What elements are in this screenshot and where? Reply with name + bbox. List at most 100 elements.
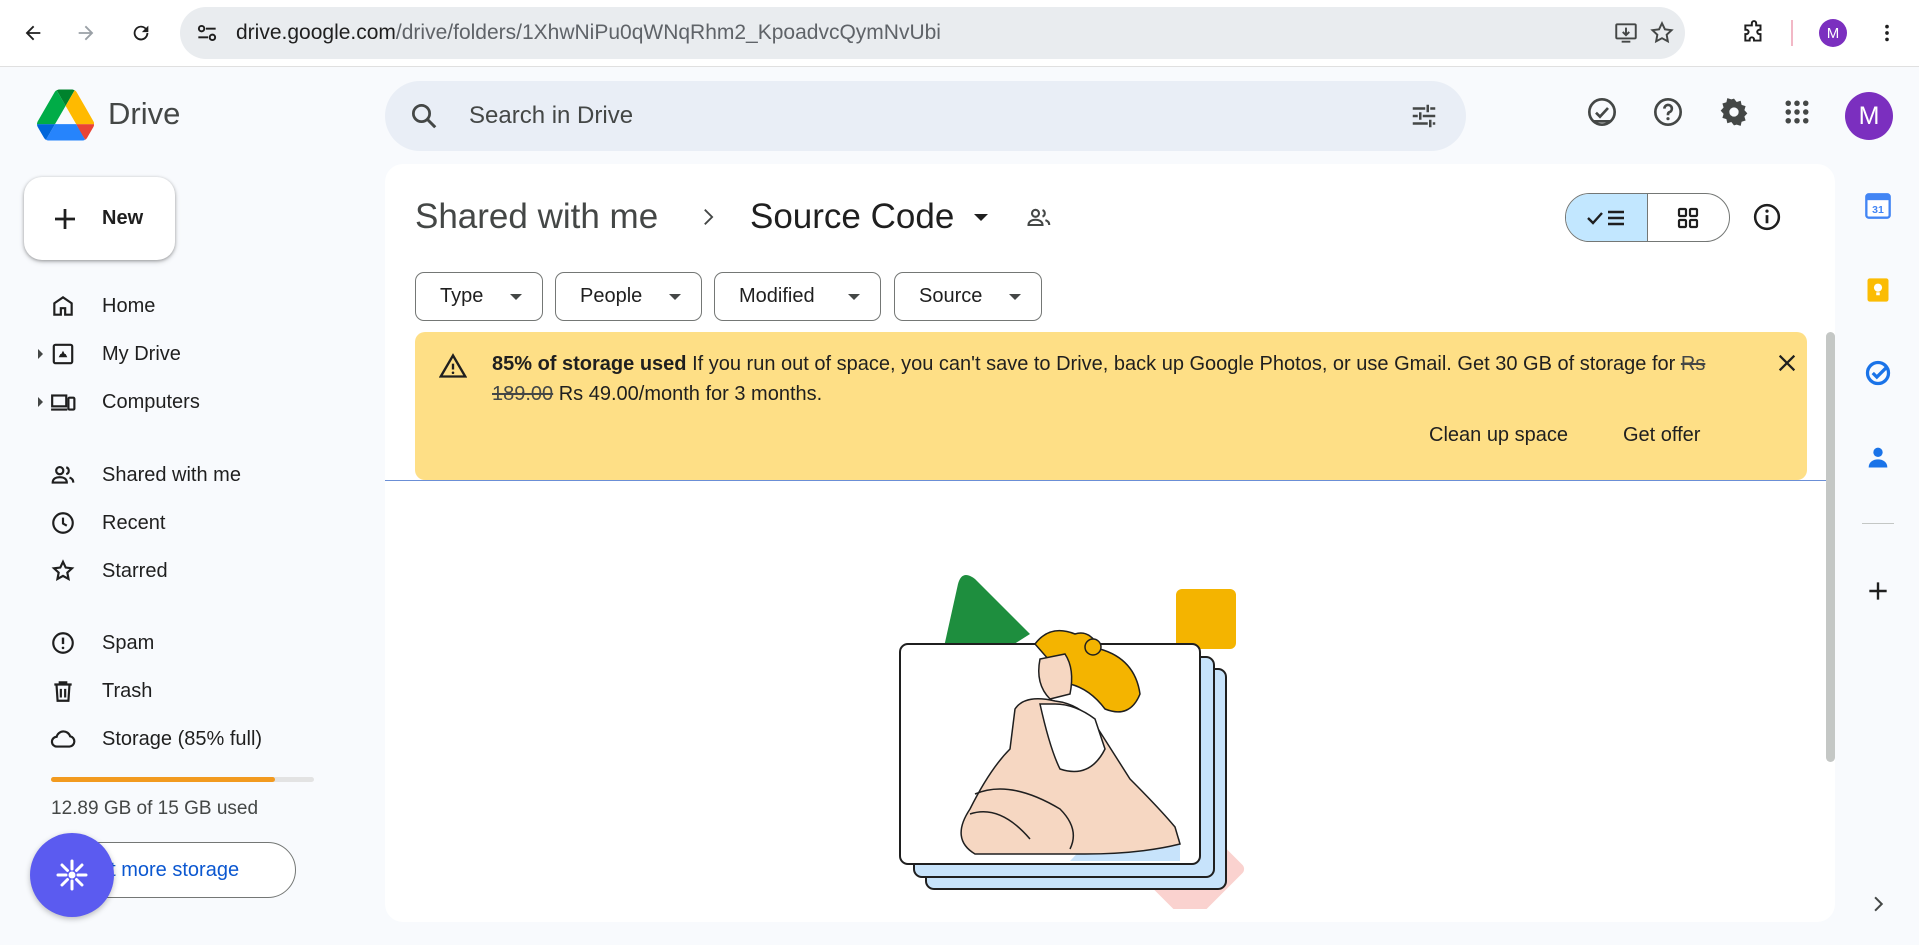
- sparkle-burst-icon: [56, 859, 88, 891]
- folder-menu-caret-icon[interactable]: [974, 214, 988, 221]
- get-add-ons-button[interactable]: [1862, 575, 1894, 607]
- install-app-button[interactable]: [1610, 17, 1642, 49]
- keep-app-button[interactable]: [1862, 274, 1894, 306]
- trash-icon: [54, 681, 72, 702]
- sidebar-item-recent[interactable]: Recent: [24, 501, 344, 545]
- main-content: Shared with me Source Code Type People M…: [385, 164, 1835, 922]
- grid-view-button[interactable]: [1648, 194, 1730, 241]
- banner-title: 85% of storage used: [492, 353, 687, 375]
- expand-caret-icon[interactable]: [38, 397, 43, 407]
- offline-check-icon: [1588, 98, 1616, 126]
- keep-bulb-icon: [1867, 278, 1889, 302]
- get-offer-button[interactable]: Get offer: [1623, 424, 1700, 447]
- breadcrumb-current-folder[interactable]: Source Code: [750, 197, 954, 237]
- new-button[interactable]: New: [24, 177, 175, 260]
- empty-state-illustration: [899, 575, 1245, 909]
- extensions-button[interactable]: [1733, 12, 1775, 54]
- sidebar-item-label: Shared with me: [102, 464, 241, 486]
- sidebar-item-computers[interactable]: Computers: [24, 380, 344, 424]
- settings-button[interactable]: [1716, 94, 1752, 130]
- gear-icon: [1720, 98, 1748, 126]
- computers-icon: [51, 394, 76, 411]
- sidebar-item-label: Starred: [102, 560, 168, 582]
- shared-folder-icon: [1027, 208, 1051, 227]
- search-icon[interactable]: [409, 101, 439, 131]
- back-arrow-icon: [25, 25, 41, 41]
- clock-icon: [52, 512, 74, 534]
- url-host: drive.google.com: [236, 21, 396, 44]
- content-divider: [385, 480, 1830, 481]
- storage-progress-bar: [51, 777, 314, 782]
- drive-brand[interactable]: Drive: [108, 96, 180, 132]
- search-input[interactable]: [469, 81, 1369, 151]
- list-view-button[interactable]: [1566, 194, 1648, 241]
- filter-label: People: [580, 285, 643, 307]
- sidebar-item-starred[interactable]: Starred: [24, 549, 344, 593]
- kebab-menu-icon: [1885, 24, 1889, 42]
- cloud-icon: [50, 730, 76, 748]
- filter-people-chip[interactable]: People: [555, 272, 702, 321]
- profile-avatar[interactable]: M: [1819, 19, 1847, 47]
- account-avatar[interactable]: M: [1845, 92, 1893, 140]
- sidebar-item-label: Storage (85% full): [102, 728, 263, 750]
- browser-menu-button[interactable]: [1866, 12, 1908, 54]
- filter-modified-chip[interactable]: Modified: [714, 272, 881, 321]
- dropdown-arrow-icon: [510, 294, 522, 300]
- url-path: /drive/folders/1XhwNiPu0qWNqRhm2_Kpoadvc…: [395, 21, 941, 44]
- apps-grid-icon: [1785, 100, 1809, 124]
- list-check-icon: [1587, 210, 1625, 225]
- apps-button[interactable]: [1779, 94, 1815, 130]
- info-icon[interactable]: [1752, 202, 1782, 232]
- my-drive-icon: [52, 343, 74, 365]
- bookmark-button[interactable]: [1646, 17, 1678, 49]
- forward-button[interactable]: [65, 12, 107, 54]
- tasks-app-button[interactable]: [1862, 357, 1894, 389]
- storage-warning-banner: 85% of storage used If you run out of sp…: [415, 332, 1807, 480]
- spam-icon: [52, 632, 74, 654]
- filter-type-chip[interactable]: Type: [415, 272, 543, 321]
- sidebar-item-my-drive[interactable]: My Drive: [24, 332, 344, 376]
- sidebar-item-home[interactable]: Home: [24, 284, 344, 328]
- clean-up-space-button[interactable]: Clean up space: [1429, 424, 1568, 447]
- assistant-fab[interactable]: [30, 833, 114, 917]
- sidebar-item-storage[interactable]: Storage (85% full): [24, 717, 344, 761]
- sidebar-item-spam[interactable]: Spam: [24, 621, 344, 665]
- address-bar[interactable]: drive.google.com/drive/folders/1XhwNiPu0…: [180, 7, 1685, 59]
- tasks-check-icon: [1865, 360, 1891, 386]
- search-bar[interactable]: [385, 81, 1466, 151]
- star-outline-icon: [1650, 21, 1674, 44]
- home-icon: [53, 296, 73, 316]
- sidebar-item-label: Trash: [102, 680, 153, 702]
- new-button-label: New: [102, 207, 144, 229]
- drive-logo-icon[interactable]: [37, 89, 94, 141]
- reload-button[interactable]: [120, 12, 162, 54]
- storage-progress-fill: [51, 777, 275, 782]
- sidebar-item-label: Recent: [102, 512, 166, 534]
- puzzle-icon: [1744, 20, 1762, 42]
- contacts-app-button[interactable]: [1862, 441, 1894, 473]
- view-toggle[interactable]: [1565, 193, 1730, 242]
- close-icon[interactable]: [1776, 352, 1798, 374]
- search-options-icon[interactable]: [1409, 101, 1439, 131]
- shared-icon: [51, 466, 75, 484]
- back-button[interactable]: [12, 12, 54, 54]
- toolbar-separator: [1791, 20, 1793, 46]
- url-text[interactable]: drive.google.com/drive/folders/1XhwNiPu0…: [236, 7, 941, 59]
- browser-toolbar: drive.google.com/drive/folders/1XhwNiPu0…: [0, 0, 1919, 67]
- expand-caret-icon[interactable]: [38, 349, 43, 359]
- filter-source-chip[interactable]: Source: [894, 272, 1042, 321]
- sidebar-item-label: Spam: [102, 632, 155, 654]
- calendar-app-button[interactable]: 31: [1862, 190, 1894, 222]
- breadcrumb-shared-with-me[interactable]: Shared with me: [415, 197, 658, 237]
- hide-side-panel-button[interactable]: [1862, 888, 1894, 920]
- ready-for-offline-button[interactable]: [1584, 94, 1620, 130]
- dropdown-arrow-icon: [1009, 294, 1021, 300]
- help-button[interactable]: [1650, 94, 1686, 130]
- sidebar-item-trash[interactable]: Trash: [24, 669, 344, 713]
- sidebar-item-shared-with-me[interactable]: Shared with me: [24, 453, 344, 497]
- site-info-icon: [197, 24, 217, 42]
- scrollbar[interactable]: [1826, 332, 1835, 762]
- banner-new-price: Rs 49.00/month for 3 months.: [558, 383, 823, 405]
- dropdown-arrow-icon: [669, 294, 681, 300]
- install-icon: [1615, 23, 1637, 43]
